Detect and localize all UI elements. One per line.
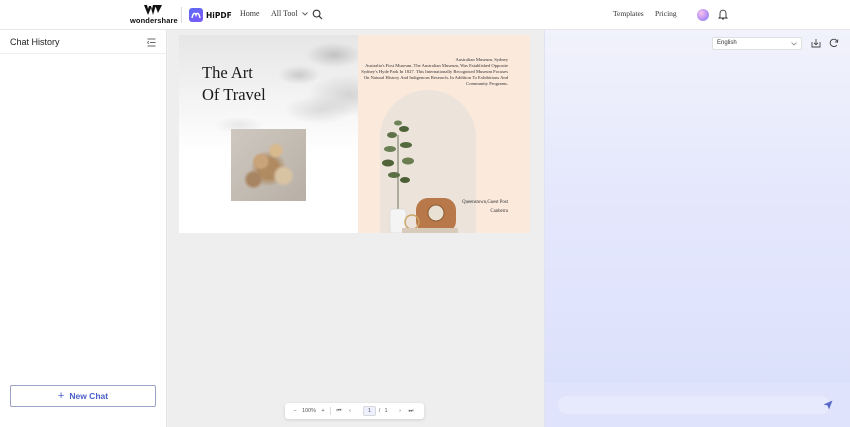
first-page-button[interactable]: ⏮: [335, 407, 343, 415]
zoom-out-button[interactable]: −: [291, 407, 299, 415]
document-title-line1: The Art: [202, 63, 253, 82]
download-icon[interactable]: [811, 38, 821, 48]
zoom-level[interactable]: 100%: [300, 407, 318, 415]
document-title: The Art Of Travel: [202, 62, 266, 106]
zoom-in-button[interactable]: +: [319, 407, 327, 415]
language-select[interactable]: English: [712, 37, 802, 50]
sidebar-divider: [0, 53, 166, 54]
location-caption: Queenstown,Guest Post Canberra: [462, 198, 508, 216]
hipdf-logo[interactable]: HiPDF: [189, 7, 232, 23]
page-navigation-toolbar: − 100% + ⏮ ‹ 1 / 1 › ⏭: [285, 403, 424, 419]
nav-all-tool-dropdown[interactable]: All Tool: [271, 9, 308, 18]
pdf-page-left: The Art Of Travel: [179, 35, 358, 233]
search-icon[interactable]: [312, 9, 323, 20]
new-chat-label: New Chat: [69, 391, 109, 401]
user-avatar[interactable]: [697, 9, 709, 21]
location-line2: Canberra: [490, 209, 508, 214]
pdf-viewer[interactable]: The Art Of Travel Australian Museum, Syd…: [168, 30, 544, 427]
wondershare-logo[interactable]: wondershare: [130, 5, 178, 27]
ai-chat-panel: English: [544, 30, 850, 427]
museum-body: Australia's First Museum, The Australian…: [361, 63, 508, 86]
plus-icon: +: [57, 389, 65, 402]
hipdf-logo-icon: [189, 8, 203, 22]
next-page-button[interactable]: ›: [396, 407, 404, 415]
nav-templates-link[interactable]: Templates: [613, 9, 644, 18]
toolbar-divider: [330, 407, 331, 415]
location-line1: Queenstown,Guest Post: [462, 200, 508, 205]
wondershare-brand-text: wondershare: [130, 16, 178, 25]
chat-message-input[interactable]: [557, 395, 831, 415]
bell-icon[interactable]: [718, 9, 728, 20]
send-icon[interactable]: [823, 400, 833, 410]
museum-description: Australian Museum, Sydney Australia's Fi…: [358, 57, 508, 87]
nav-pricing-link[interactable]: Pricing: [655, 9, 677, 18]
nav-all-tool-label: All Tool: [271, 9, 298, 18]
header-divider: [181, 7, 182, 23]
language-selected-value: English: [717, 40, 737, 46]
document-title-line2: Of Travel: [202, 85, 266, 104]
top-navigation-bar: wondershare HiPDF Home All Tool Template…: [0, 0, 850, 30]
hipdf-brand-text: HiPDF: [206, 10, 232, 20]
current-page-input[interactable]: 1: [363, 406, 376, 416]
pdf-page-right: Australian Museum, Sydney Australia's Fi…: [358, 35, 530, 233]
chevron-down-icon: [301, 11, 308, 16]
previous-page-button[interactable]: ‹: [346, 407, 354, 415]
wooden-clock-photo: [402, 198, 458, 233]
refresh-icon[interactable]: [829, 38, 839, 48]
last-page-button[interactable]: ⏭: [407, 407, 415, 415]
total-pages: 1: [384, 408, 388, 414]
wondershare-logo-icon: [143, 5, 162, 15]
dried-flowers-photo: [231, 129, 306, 201]
chat-history-title: Chat History: [10, 37, 60, 47]
collapse-sidebar-icon[interactable]: [147, 38, 156, 47]
chevron-down-icon: [791, 42, 797, 46]
nav-home-link[interactable]: Home: [240, 9, 260, 18]
chat-history-sidebar: Chat History + New Chat: [0, 30, 167, 427]
new-chat-button[interactable]: + New Chat: [10, 385, 156, 407]
